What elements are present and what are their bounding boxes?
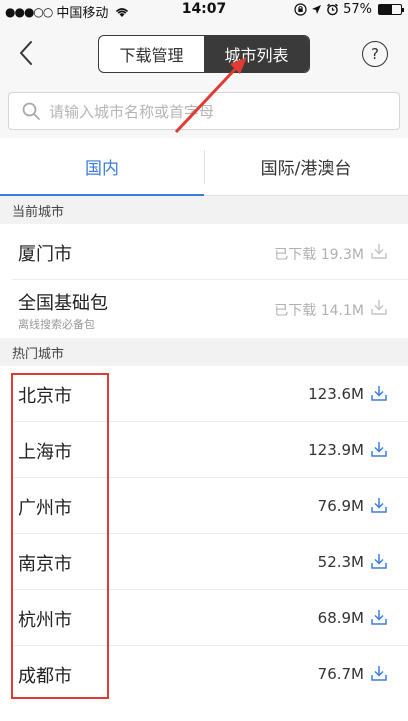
section-header-hot: 热门城市 (0, 338, 408, 366)
help-button[interactable]: ? (362, 41, 388, 67)
download-icon[interactable] (370, 242, 388, 260)
city-size: 68.9M (317, 609, 364, 627)
city-size: 123.9M (308, 441, 364, 459)
city-row-xiamen[interactable]: 厦门市 已下载 19.3M (0, 224, 408, 280)
city-row-national-basic[interactable]: 全国基础包 离线搜索必备包 已下载 14.1M (0, 280, 408, 338)
nav-bar: 下载管理 城市列表 ? (0, 20, 408, 86)
tab-domestic[interactable]: 国内 (0, 138, 204, 196)
download-icon[interactable] (370, 440, 388, 458)
search-icon (22, 102, 40, 120)
city-name: 厦门市 (18, 244, 72, 265)
download-status: 已下载 19.3M (274, 247, 364, 263)
city-size: 52.3M (317, 553, 364, 571)
annotation-highlight-box (11, 373, 109, 699)
city-name: 全国基础包 (18, 293, 108, 314)
lock-rotation-icon (294, 3, 307, 16)
city-size: 123.6M (308, 385, 364, 403)
city-size: 76.7M (317, 665, 364, 683)
download-status: 已下载 14.1M (274, 303, 364, 319)
location-icon (312, 5, 322, 14)
segment-download-manager[interactable]: 下载管理 (99, 36, 204, 72)
download-icon[interactable] (370, 664, 388, 682)
back-button[interactable] (14, 38, 40, 68)
region-tabs: 国内 国际/港澳台 (0, 138, 408, 196)
help-icon: ? (371, 45, 379, 63)
status-bar: ●●●○○ 中国移动 14:07 57% (0, 0, 408, 21)
search-placeholder: 请输入城市名称或首字母 (49, 102, 215, 121)
segmented-control: 下载管理 城市列表 (98, 35, 310, 73)
segment-city-list[interactable]: 城市列表 (204, 36, 309, 72)
download-icon[interactable] (370, 298, 388, 316)
battery-icon (378, 4, 404, 15)
city-subtitle: 离线搜索必备包 (18, 318, 95, 331)
download-icon[interactable] (370, 384, 388, 402)
download-icon[interactable] (370, 608, 388, 626)
tab-international[interactable]: 国际/港澳台 (204, 138, 408, 195)
download-icon[interactable] (370, 552, 388, 570)
search-input[interactable]: 请输入城市名称或首字母 (8, 92, 400, 130)
battery-percent: 57% (343, 2, 372, 17)
city-size: 76.9M (317, 497, 364, 515)
battery-level (379, 5, 392, 14)
status-right: 57% (294, 2, 404, 17)
alarm-icon (327, 3, 339, 16)
download-icon[interactable] (370, 496, 388, 514)
section-header-current: 当前城市 (0, 196, 408, 224)
search-area: 请输入城市名称或首字母 (0, 86, 408, 138)
